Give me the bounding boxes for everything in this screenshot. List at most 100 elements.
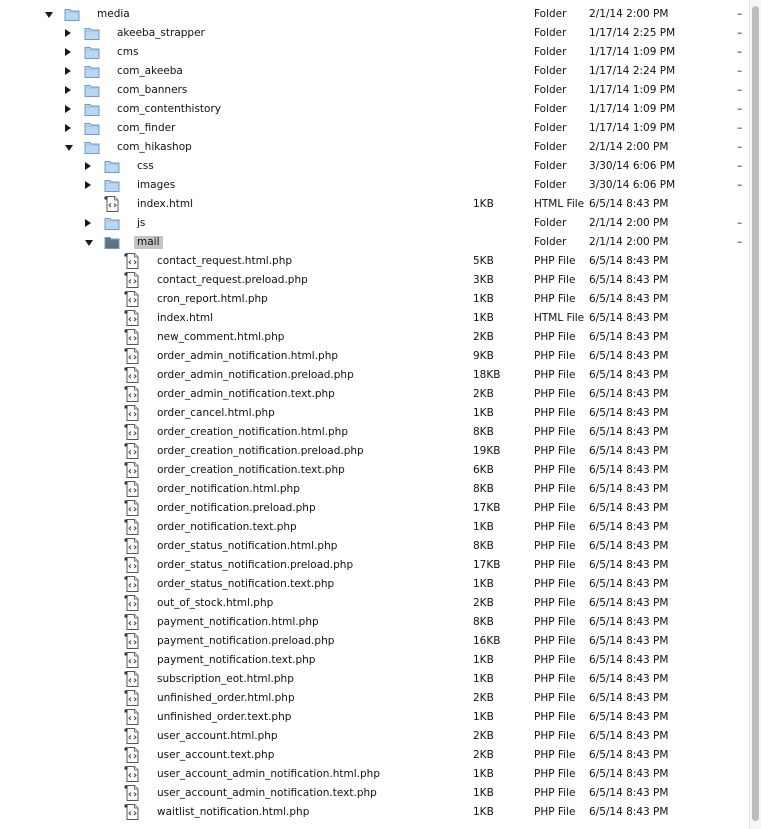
php-file-icon [124, 538, 140, 554]
file-row[interactable]: cron_report.html.php 1KB PHP File 6/5/14 8:… [0, 290, 749, 309]
file-row[interactable]: payment_notification.preload.php 16KB PHP … [0, 632, 749, 651]
file-row[interactable]: user_account.text.php 2KB PHP File 6/5/14 8… [0, 746, 749, 765]
folder-icon [84, 82, 100, 98]
disclosure-open-icon[interactable] [45, 12, 53, 18]
scrollbar-thumb[interactable] [752, 6, 759, 821]
item-kind: HTML File [534, 312, 585, 324]
disclosure-closed-icon[interactable] [65, 105, 71, 113]
item-date: 6/5/14 8:43 PM [589, 198, 669, 210]
file-row[interactable]: index.html 1KB HTML File 6/5/14 8:43 PM [0, 309, 749, 328]
item-date: 2/1/14 2:00 PM [589, 236, 669, 248]
item-name: waitlist_notification.html.php [157, 806, 310, 818]
item-size: 1KB [473, 407, 494, 419]
file-row[interactable]: order_status_notification.text.php 1KB PHP… [0, 575, 749, 594]
disclosure-open-icon[interactable] [65, 145, 73, 151]
php-file-icon [124, 519, 140, 535]
folder-row[interactable]: akeeba_strapper Folder 1/17/14 2:25 PM – [0, 24, 749, 43]
file-row[interactable]: subscription_eot.html.php 1KB PHP File 6/5/… [0, 670, 749, 689]
file-row[interactable]: index.html 1KB HTML File 6/5/14 8:43 PM [0, 195, 749, 214]
item-kind: Folder [534, 103, 567, 115]
php-file-icon [124, 424, 140, 440]
folder-icon [84, 139, 100, 155]
file-row[interactable]: order_status_notification.preload.php 17K… [0, 556, 749, 575]
file-row[interactable]: order_cancel.html.php 1KB PHP File 6/5/14 8… [0, 404, 749, 423]
php-file-icon [124, 272, 140, 288]
disclosure-closed-icon[interactable] [65, 67, 71, 75]
file-row[interactable]: out_of_stock.html.php 2KB PHP File 6/5/14 8… [0, 594, 749, 613]
item-name: subscription_eot.html.php [157, 673, 294, 685]
item-kind: Folder [534, 217, 567, 229]
item-date: 6/5/14 8:43 PM [589, 312, 669, 324]
file-row[interactable]: unfinished_order.text.php 1KB PHP File 6/5/… [0, 708, 749, 727]
file-row[interactable]: order_notification.text.php 1KB PHP File 6/… [0, 518, 749, 537]
file-row[interactable]: user_account.html.php 2KB PHP File 6/5/14 8… [0, 727, 749, 746]
disclosure-closed-icon[interactable] [65, 124, 71, 132]
file-tree: media Folder 2/1/14 2:00 PM – akeeba_strappe… [0, 0, 749, 829]
php-file-icon [124, 500, 140, 516]
item-size: 2KB [473, 597, 494, 609]
item-kind: PHP File [534, 597, 576, 609]
file-row[interactable]: order_admin_notification.text.php 2KB PHP … [0, 385, 749, 404]
item-name: payment_notification.preload.php [157, 635, 335, 647]
file-row[interactable]: order_admin_notification.html.php 9KB PHP … [0, 347, 749, 366]
php-file-icon [124, 348, 140, 364]
item-size: 8KB [473, 540, 494, 552]
file-row[interactable]: user_account_admin_notification.text.php… [0, 784, 749, 803]
file-row[interactable]: order_notification.html.php 8KB PHP File 6/… [0, 480, 749, 499]
item-size: 5KB [473, 255, 494, 267]
item-extra: – [737, 8, 743, 20]
file-row[interactable]: order_creation_notification.html.php 8KB P… [0, 423, 749, 442]
file-row[interactable]: order_admin_notification.preload.php 18KB… [0, 366, 749, 385]
folder-row[interactable]: media Folder 2/1/14 2:00 PM – [0, 5, 749, 24]
item-kind: PHP File [534, 711, 576, 723]
file-row[interactable]: unfinished_order.html.php 2KB PHP File 6/5/… [0, 689, 749, 708]
file-row[interactable]: contact_request.html.php 5KB PHP File 6/5/1… [0, 252, 749, 271]
folder-icon [84, 63, 100, 79]
folder-row[interactable]: com_hikashop Folder 2/1/14 2:00 PM – [0, 138, 749, 157]
disclosure-closed-icon[interactable] [65, 48, 71, 56]
file-row[interactable]: order_status_notification.html.php 8KB PHP… [0, 537, 749, 556]
folder-row[interactable]: com_akeeba Folder 1/17/14 2:24 PM – [0, 62, 749, 81]
disclosure-open-icon[interactable] [85, 240, 93, 246]
item-date: 6/5/14 8:43 PM [589, 692, 669, 704]
disclosure-closed-icon[interactable] [65, 86, 71, 94]
item-name: mail [134, 236, 163, 249]
item-kind: PHP File [534, 293, 576, 305]
disclosure-closed-icon[interactable] [85, 162, 91, 170]
item-size: 2KB [473, 331, 494, 343]
file-row[interactable]: waitlist_notification.html.php 1KB PHP Fil… [0, 803, 749, 822]
item-kind: PHP File [534, 350, 576, 362]
item-kind: PHP File [534, 692, 576, 704]
disclosure-closed-icon[interactable] [65, 29, 71, 37]
folder-row[interactable]: com_banners Folder 1/17/14 1:09 PM – [0, 81, 749, 100]
file-row[interactable]: order_creation_notification.text.php 6KB P… [0, 461, 749, 480]
file-row[interactable]: payment_notification.text.php 1KB PHP File… [0, 651, 749, 670]
php-file-icon [124, 785, 140, 801]
item-name: payment_notification.html.php [157, 616, 319, 628]
folder-row[interactable]: css Folder 3/30/14 6:06 PM – [0, 157, 749, 176]
folder-row[interactable]: images Folder 3/30/14 6:06 PM – [0, 176, 749, 195]
php-file-icon [124, 614, 140, 630]
item-size: 1KB [473, 787, 494, 799]
file-row[interactable]: user_account_admin_notification.html.php… [0, 765, 749, 784]
item-date: 6/5/14 8:43 PM [589, 616, 669, 628]
folder-row[interactable]: com_contenthistory Folder 1/17/14 1:09 PM – [0, 100, 749, 119]
item-kind: Folder [534, 236, 567, 248]
item-name: user_account_admin_notification.html.php [157, 768, 381, 780]
folder-row[interactable]: com_finder Folder 1/17/14 1:09 PM – [0, 119, 749, 138]
file-row[interactable]: payment_notification.html.php 8KB PHP File… [0, 613, 749, 632]
file-row[interactable]: order_creation_notification.preload.php 1… [0, 442, 749, 461]
vertical-scrollbar[interactable] [749, 0, 761, 829]
file-row[interactable]: contact_request.preload.php 3KB PHP File 6/… [0, 271, 749, 290]
folder-row[interactable]: mail Folder 2/1/14 2:00 PM – [0, 233, 749, 252]
folder-row[interactable]: js Folder 2/1/14 2:00 PM – [0, 214, 749, 233]
disclosure-closed-icon[interactable] [85, 219, 91, 227]
file-row[interactable]: new_comment.html.php 2KB PHP File 6/5/14 8:… [0, 328, 749, 347]
item-date: 6/5/14 8:43 PM [589, 578, 669, 590]
file-row[interactable]: order_notification.preload.php 17KB PHP Fi… [0, 499, 749, 518]
item-date: 1/17/14 2:25 PM [589, 27, 676, 39]
folder-row[interactable]: cms Folder 1/17/14 1:09 PM – [0, 43, 749, 62]
disclosure-closed-icon[interactable] [85, 181, 91, 189]
php-file-icon [124, 576, 140, 592]
item-date: 6/5/14 8:43 PM [589, 597, 669, 609]
